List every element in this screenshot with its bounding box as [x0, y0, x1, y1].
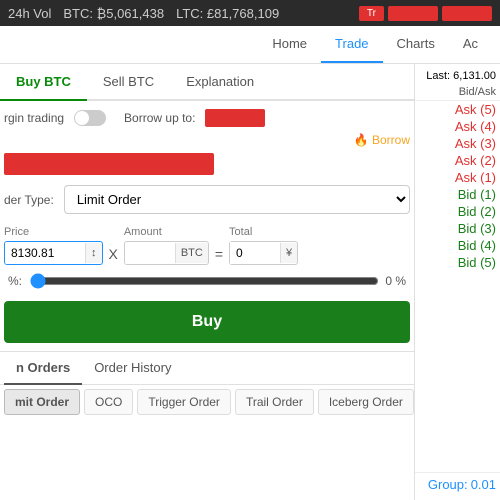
subtab-trigger[interactable]: Trigger Order [137, 389, 231, 415]
btc-vol: BTC: ₿5,061,438 [63, 6, 164, 21]
borrow-button[interactable]: 🔥 Borrow [354, 133, 410, 147]
ob-ask-4[interactable]: Ask (4) [415, 118, 500, 135]
margin-row: rgin trading Borrow up to: [4, 101, 414, 131]
trade-content: rgin trading Borrow up to: 🔥 Borrow der … [0, 101, 414, 500]
ob-ask-3[interactable]: Ask (3) [415, 135, 500, 152]
multiply-sign: X [107, 246, 120, 262]
subtab-iceberg[interactable]: Iceberg Order [318, 389, 414, 415]
price-label: Price [4, 226, 103, 238]
order-type-row: der Type: Limit Order Market Order Stop … [0, 177, 414, 222]
nav-bar: Home Trade Charts Ac [0, 26, 500, 64]
main-layout: Buy BTC Sell BTC Explanation rgin tradin… [0, 64, 500, 500]
amount-input[interactable] [125, 242, 175, 264]
total-input[interactable] [230, 242, 280, 264]
tab-order-history[interactable]: Order History [82, 352, 183, 385]
subtab-trail[interactable]: Trail Order [235, 389, 314, 415]
price-input-wrap: ↕ [4, 241, 103, 265]
ob-bid-3[interactable]: Bid (3) [415, 220, 500, 237]
ob-ask-1[interactable]: Ask (1) [415, 169, 500, 186]
ob-bid-2[interactable]: Bid (2) [415, 203, 500, 220]
topbar-btn-3[interactable] [442, 6, 492, 21]
order-subtabs: mit Order OCO Trigger Order Trail Order … [0, 385, 414, 419]
red-banner [4, 153, 214, 175]
orderbook-panel: Last: 6,131.00 Bid/Ask Ask (5) Ask (4) A… [415, 64, 500, 500]
bottom-order-section: n Orders Order History mit Order OCO Tri… [0, 351, 414, 419]
price-group: Price ↕ [4, 226, 103, 265]
ob-last: Last: 6,131.00 [415, 68, 500, 84]
vol-label: 24h Vol [8, 6, 51, 21]
top-bar-buttons: Tr [359, 6, 492, 21]
nav-trade[interactable]: Trade [321, 26, 382, 63]
nav-charts[interactable]: Charts [383, 26, 449, 63]
ob-ask-5[interactable]: Ask (5) [415, 101, 500, 118]
total-input-wrap: ¥ [229, 241, 298, 265]
percent-slider[interactable] [30, 273, 379, 289]
tab-buy-btc[interactable]: Buy BTC [0, 64, 87, 101]
subtab-limit[interactable]: mit Order [4, 389, 80, 415]
amount-label: Amount [124, 226, 209, 238]
amount-group: Amount BTC [124, 226, 209, 265]
ob-group-label: Group: [428, 477, 468, 492]
buy-button[interactable]: Buy [4, 301, 410, 343]
ob-ask-2[interactable]: Ask (2) [415, 152, 500, 169]
top-bar-info: 24h Vol BTC: ₿5,061,438 LTC: £81,768,109 [8, 6, 279, 21]
amount-suffix: BTC [175, 243, 208, 263]
nav-items: Home Trade Charts Ac [258, 26, 492, 63]
tab-sell-btc[interactable]: Sell BTC [87, 64, 170, 101]
total-group: Total ¥ [229, 226, 298, 265]
ob-bid-1[interactable]: Bid (1) [415, 186, 500, 203]
trade-tabs: Buy BTC Sell BTC Explanation [0, 64, 414, 101]
order-type-select[interactable]: Limit Order Market Order Stop Limit Stop… [64, 185, 410, 214]
percent-value: 0 % [385, 274, 406, 288]
equals-sign: = [213, 246, 225, 262]
top-bar: 24h Vol BTC: ₿5,061,438 LTC: £81,768,109… [0, 0, 500, 26]
total-label: Total [229, 226, 298, 238]
toggle-knob [75, 111, 89, 125]
topbar-btn-2[interactable] [388, 6, 438, 21]
ob-bid-ask-header: Bid/Ask [415, 84, 500, 101]
topbar-btn-1[interactable]: Tr [359, 6, 384, 21]
ltc-vol: LTC: £81,768,109 [176, 6, 279, 21]
subtab-oco[interactable]: OCO [84, 389, 133, 415]
total-suffix: ¥ [280, 243, 297, 263]
ob-group-value[interactable]: 0.01 [471, 477, 496, 492]
margin-label: rgin trading [4, 111, 64, 125]
percent-label: %: [8, 274, 24, 288]
fields-row: Price ↕ X Amount BTC = [0, 222, 414, 269]
margin-toggle[interactable] [74, 110, 106, 126]
order-tabs: n Orders Order History [0, 352, 414, 385]
price-input[interactable] [5, 242, 85, 264]
order-type-label: der Type: [4, 193, 54, 207]
ob-group: Group: 0.01 [415, 472, 500, 496]
percent-row: %: 0 % [0, 269, 414, 293]
ob-bid-4[interactable]: Bid (4) [415, 237, 500, 254]
ob-bid-5[interactable]: Bid (5) [415, 254, 500, 271]
borrow-label: Borrow up to: [124, 111, 195, 125]
amount-input-wrap: BTC [124, 241, 209, 265]
tab-open-orders[interactable]: n Orders [4, 352, 82, 385]
nav-account[interactable]: Ac [449, 26, 492, 63]
nav-home[interactable]: Home [258, 26, 321, 63]
tab-explanation[interactable]: Explanation [170, 64, 270, 101]
price-suffix: ↕ [85, 243, 102, 263]
trade-panel: Buy BTC Sell BTC Explanation rgin tradin… [0, 64, 415, 500]
borrow-value-box [205, 109, 265, 127]
borrow-row: 🔥 Borrow [0, 131, 414, 151]
